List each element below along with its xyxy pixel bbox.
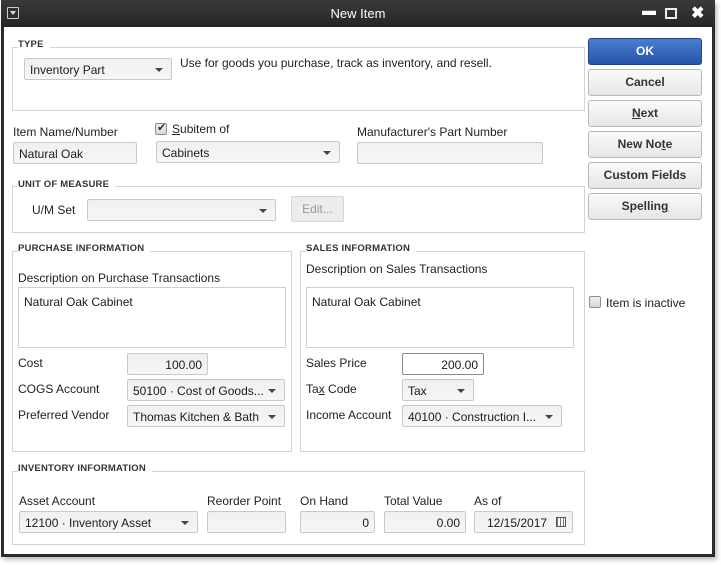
asset-account-label: Asset Account	[19, 494, 96, 508]
inventory-group	[12, 471, 585, 545]
reorder-point-label: Reorder Point	[207, 494, 282, 508]
preferred-vendor-label: Preferred Vendor	[18, 408, 110, 422]
chevron-down-icon	[268, 415, 276, 419]
chevron-down-icon	[323, 151, 331, 155]
um-set-dropdown[interactable]	[87, 199, 276, 221]
next-button[interactable]: Next	[588, 100, 702, 127]
cogs-account-label: COGS Account	[18, 382, 100, 396]
custom-fields-button[interactable]: Custom Fields	[588, 162, 702, 189]
cost-label: Cost	[18, 356, 43, 370]
sales-desc-textarea[interactable]: Natural Oak Cabinet	[306, 287, 574, 348]
purchase-group-label: PURCHASE INFORMATION	[18, 243, 151, 254]
as-of-date-input[interactable]: 12/15/2017	[474, 511, 573, 533]
purchase-desc-label: Description on Purchase Transactions	[18, 271, 221, 285]
as-of-label: As of	[474, 494, 502, 508]
title-bar: New Item ▬ ✖	[1, 0, 715, 27]
maximize-icon[interactable]	[665, 8, 677, 19]
item-type-dropdown[interactable]: Inventory Part	[24, 58, 172, 80]
total-value-label: Total Value	[384, 494, 443, 508]
as-of-date-value: 12/15/2017	[487, 516, 548, 530]
mfr-part-input[interactable]	[357, 142, 543, 164]
uom-group-label: UNIT OF MEASURE	[18, 179, 116, 190]
preferred-vendor-value: Thomas Kitchen & Bath	[133, 410, 260, 424]
minimize-icon[interactable]: ▬	[642, 2, 656, 18]
asset-account-value: 12100 · Inventory Asset	[25, 516, 152, 530]
chevron-down-icon	[268, 389, 276, 393]
spelling-button[interactable]: Spelling	[588, 193, 702, 220]
cost-input[interactable]: 100.00	[127, 353, 208, 375]
chevron-down-icon	[181, 521, 189, 525]
new-note-button[interactable]: New Note	[588, 131, 702, 158]
close-icon[interactable]: ✖	[691, 3, 704, 23]
inventory-group-label: INVENTORY INFORMATION	[18, 463, 152, 474]
chevron-down-icon	[259, 209, 267, 213]
ok-button[interactable]: OK	[588, 38, 702, 65]
tax-code-dropdown[interactable]: Tax	[402, 379, 474, 401]
on-hand-label: On Hand	[300, 494, 349, 508]
income-account-label: Income Account	[306, 408, 392, 422]
asset-account-dropdown[interactable]: 12100 · Inventory Asset	[19, 511, 198, 533]
chevron-down-icon	[545, 415, 553, 419]
income-account-dropdown[interactable]: 40100 · Construction I...	[402, 405, 562, 427]
income-account-value: 40100 · Construction I...	[408, 410, 537, 424]
subitem-value: Cabinets	[162, 146, 210, 160]
sales-price-input[interactable]: 200.00	[402, 353, 484, 375]
sales-group-label: SALES INFORMATION	[306, 243, 417, 254]
total-value-input[interactable]: 0.00	[384, 511, 466, 533]
cancel-button[interactable]: Cancel	[588, 69, 702, 96]
subitem-label: Subitem of	[172, 122, 230, 136]
um-set-label: U/M Set	[32, 203, 76, 217]
item-name-input[interactable]: Natural Oak	[13, 142, 137, 164]
window-title: New Item	[330, 6, 386, 21]
calendar-icon[interactable]	[556, 517, 566, 527]
type-group-label: TYPE	[18, 39, 50, 50]
sales-desc-label: Description on Sales Transactions	[306, 262, 488, 276]
on-hand-input[interactable]: 0	[300, 511, 375, 533]
sales-price-label: Sales Price	[306, 356, 367, 370]
purchase-desc-textarea[interactable]: Natural Oak Cabinet	[18, 287, 286, 348]
subitem-dropdown[interactable]: Cabinets	[156, 141, 340, 163]
tax-code-value: Tax	[408, 384, 427, 398]
type-description: Use for goods you purchase, track as inv…	[180, 56, 492, 70]
tax-code-label: Tax Code	[306, 382, 357, 396]
mfr-part-label: Manufacturer's Part Number	[357, 125, 508, 139]
item-inactive-checkbox[interactable]	[589, 296, 601, 308]
cogs-account-dropdown[interactable]: 50100 · Cost of Goods...	[127, 379, 285, 401]
preferred-vendor-dropdown[interactable]: Thomas Kitchen & Bath	[127, 405, 285, 427]
chevron-down-icon	[155, 68, 163, 72]
item-name-label: Item Name/Number	[13, 125, 118, 139]
cogs-account-value: 50100 · Cost of Goods...	[133, 384, 264, 398]
item-inactive-label: Item is inactive	[606, 296, 686, 310]
item-type-value: Inventory Part	[30, 63, 105, 77]
reorder-point-input[interactable]	[207, 511, 286, 533]
chevron-down-icon	[457, 389, 465, 393]
subitem-checkbox[interactable]	[155, 121, 167, 135]
uom-edit-button[interactable]: Edit...	[291, 196, 344, 222]
